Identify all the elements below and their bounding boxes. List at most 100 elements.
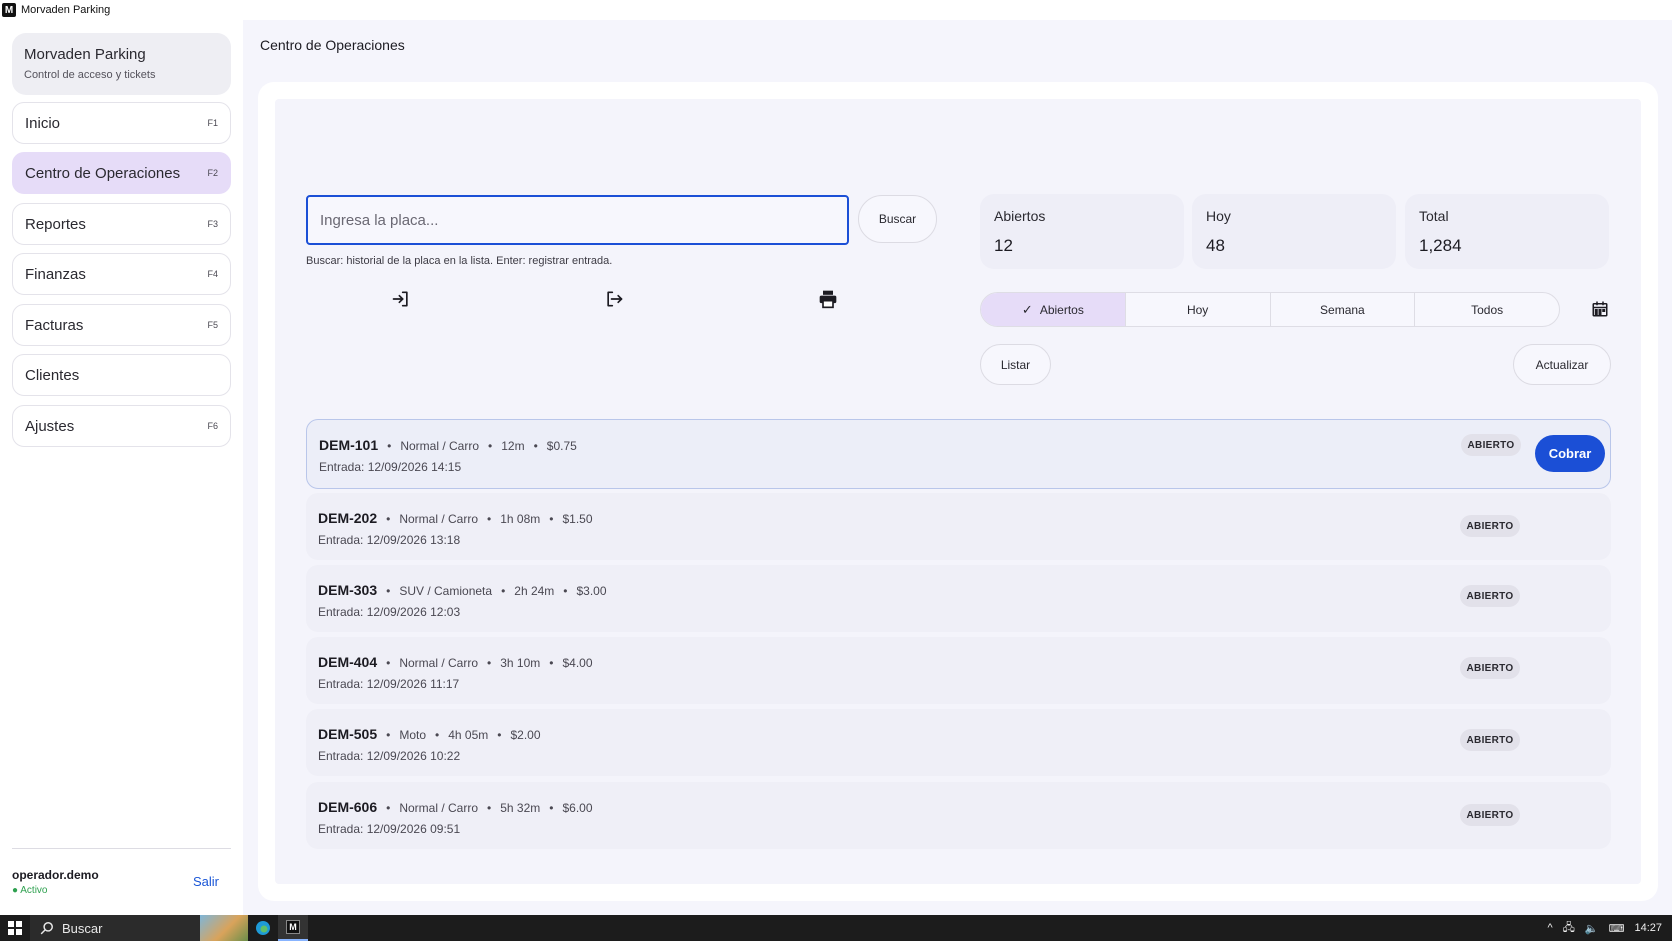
clock[interactable]: 14:27 <box>1634 922 1662 934</box>
check-icon: ✓ <box>1021 301 1033 317</box>
sidebar-item-clientes[interactable]: Clientes <box>12 354 231 396</box>
ticket-amount: $4.00 <box>562 656 593 670</box>
ticket-type: Normal / Carro <box>399 512 479 526</box>
ticket-type: Normal / Carro <box>399 801 479 815</box>
ticket-amount: $6.00 <box>562 801 593 815</box>
sidebar-item-label: Inicio <box>25 114 61 132</box>
network-icon[interactable]: 🖧 <box>1563 919 1575 938</box>
ticket-plate: DEM-505 <box>318 726 378 742</box>
ticket-plate: DEM-101 <box>319 437 379 453</box>
ticket-type: Moto <box>399 728 427 742</box>
filter-label: Abiertos <box>1039 302 1084 317</box>
sidebar-item-finanzas[interactable]: Finanzas F4 <box>12 253 231 295</box>
refresh-button[interactable]: Actualizar <box>1513 344 1611 385</box>
ticket-type: Normal / Carro <box>400 439 480 453</box>
chevron-up-icon[interactable]: ^ <box>1547 922 1552 934</box>
logout-link[interactable]: Salir <box>193 874 219 889</box>
filter-semana[interactable]: Semana <box>1269 293 1415 326</box>
ticket-type: Normal / Carro <box>399 656 479 670</box>
shortcut-key: F5 <box>207 320 218 330</box>
user-status: ● Activo <box>12 885 48 896</box>
charge-button[interactable]: Cobrar <box>1535 435 1605 472</box>
ticket-amount: $3.00 <box>576 584 607 598</box>
ticket-plate: DEM-202 <box>318 510 378 526</box>
ticket-plate: DEM-404 <box>318 654 378 670</box>
sidebar-divider <box>12 848 231 849</box>
ticket-amount: $1.50 <box>562 512 593 526</box>
sidebar-item-inicio[interactable]: Inicio F1 <box>12 102 231 144</box>
stat-value: 48 <box>1206 236 1225 255</box>
ticket-summary: DEM-606 • Normal / Carro • 5h 32m • $6.00 <box>318 799 593 815</box>
sidebar: Morvaden Parking Control de acceso y tic… <box>0 20 243 915</box>
ticket-duration: 2h 24m <box>514 584 555 598</box>
plate-search-input[interactable] <box>306 195 849 245</box>
window-title: Morvaden Parking <box>21 4 111 16</box>
status-badge: ABIERTO <box>1460 804 1520 826</box>
windows-start-icon[interactable] <box>0 915 30 941</box>
page-title: Centro de Operaciones <box>260 37 405 53</box>
ticket-summary: DEM-505 • Moto • 4h 05m • $2.00 <box>318 726 541 742</box>
ticket-summary: DEM-303 • SUV / Camioneta • 2h 24m • $3.00 <box>318 582 607 598</box>
login-icon[interactable] <box>386 286 416 312</box>
keyboard-icon[interactable]: ⌨ <box>1609 922 1625 935</box>
status-badge: ABIERTO <box>1460 585 1520 607</box>
search-icon <box>40 922 53 935</box>
ticket-row[interactable]: DEM-202 • Normal / Carro • 1h 08m • $1.50 Entr… <box>306 493 1611 560</box>
printer-icon[interactable] <box>813 286 843 312</box>
search-highlight-image[interactable] <box>200 915 248 941</box>
logout-icon[interactable] <box>599 286 629 312</box>
sidebar-item-label: Finanzas <box>25 265 86 283</box>
ticket-duration: 1h 08m <box>500 512 541 526</box>
filter-hoy[interactable]: Hoy <box>1124 293 1270 326</box>
ticket-row[interactable]: DEM-505 • Moto • 4h 05m • $2.00 Entrada: 12/09… <box>306 709 1611 776</box>
stat-total: Total 1,284 <box>1405 194 1609 269</box>
stat-label: Abiertos <box>994 208 1046 224</box>
edge-browser-icon[interactable] <box>248 915 278 941</box>
ticket-entry: Entrada: 12/09/2026 14:15 <box>319 460 462 474</box>
filter-label: Hoy <box>1186 302 1209 317</box>
stat-label: Hoy <box>1206 208 1231 224</box>
calendar-icon[interactable] <box>1588 297 1612 321</box>
shortcut-key: F4 <box>207 269 218 279</box>
ticket-summary: DEM-404 • Normal / Carro • 3h 10m • $4.00 <box>318 654 593 670</box>
ticket-amount: $0.75 <box>546 439 577 453</box>
app-icon: M <box>2 3 16 17</box>
filter-label: Semana <box>1320 302 1365 317</box>
shortcut-key: F2 <box>207 168 218 178</box>
ticket-entry: Entrada: 12/09/2026 09:51 <box>318 822 461 836</box>
user-info: operador.demo ● Activo <box>12 868 99 896</box>
shortcut-key: F1 <box>207 118 218 128</box>
filter-abiertos[interactable]: ✓ Abiertos <box>981 293 1125 326</box>
ticket-plate: DEM-303 <box>318 582 378 598</box>
ticket-duration: 4h 05m <box>448 728 489 742</box>
list-button[interactable]: Listar <box>980 344 1051 385</box>
ticket-row[interactable]: DEM-404 • Normal / Carro • 3h 10m • $4.00 Entr… <box>306 637 1611 704</box>
sidebar-item-centro-operaciones[interactable]: Centro de Operaciones F2 <box>12 152 231 194</box>
filter-segmented-control: ✓ Abiertos Hoy Semana Todos <box>980 292 1560 327</box>
volume-icon[interactable]: 🔈 <box>1585 922 1599 935</box>
filter-label: Todos <box>1471 302 1504 317</box>
sidebar-item-label: Centro de Operaciones <box>25 164 181 182</box>
filter-todos[interactable]: Todos <box>1414 293 1559 326</box>
main-area: Centro de Operaciones Buscar Buscar: his… <box>243 20 1672 915</box>
ticket-summary: DEM-202 • Normal / Carro • 1h 08m • $1.50 <box>318 510 593 526</box>
ticket-entry: Entrada: 12/09/2026 12:03 <box>318 605 461 619</box>
sidebar-item-reportes[interactable]: Reportes F3 <box>12 203 231 245</box>
operations-card: Buscar Buscar: historial de la placa en … <box>258 82 1658 901</box>
stat-label: Total <box>1419 208 1449 224</box>
shortcut-key: F3 <box>207 219 218 229</box>
ticket-row[interactable]: DEM-606 • Normal / Carro • 5h 32m • $6.00 Entr… <box>306 782 1611 849</box>
taskbar: Buscar M ^ 🖧 🔈 ⌨ 14:27 <box>0 915 1672 941</box>
ticket-row[interactable]: DEM-303 • SUV / Camioneta • 2h 24m • $3.00 Ent… <box>306 565 1611 632</box>
shortcut-key: F6 <box>207 421 218 431</box>
sidebar-item-label: Clientes <box>25 366 80 384</box>
morvaden-app-taskbar-icon[interactable]: M <box>278 915 308 941</box>
sidebar-item-ajustes[interactable]: Ajustes F6 <box>12 405 231 447</box>
sidebar-item-facturas[interactable]: Facturas F5 <box>12 304 231 346</box>
search-button[interactable]: Buscar <box>858 195 937 243</box>
stat-value: 1,284 <box>1419 236 1462 255</box>
taskbar-search[interactable]: Buscar <box>30 915 200 941</box>
status-badge: ABIERTO <box>1460 729 1520 751</box>
operations-panel: Buscar Buscar: historial de la placa en … <box>275 99 1641 884</box>
ticket-row[interactable]: DEM-101 • Normal / Carro • 12m • $0.75 Entrada… <box>306 419 1611 489</box>
